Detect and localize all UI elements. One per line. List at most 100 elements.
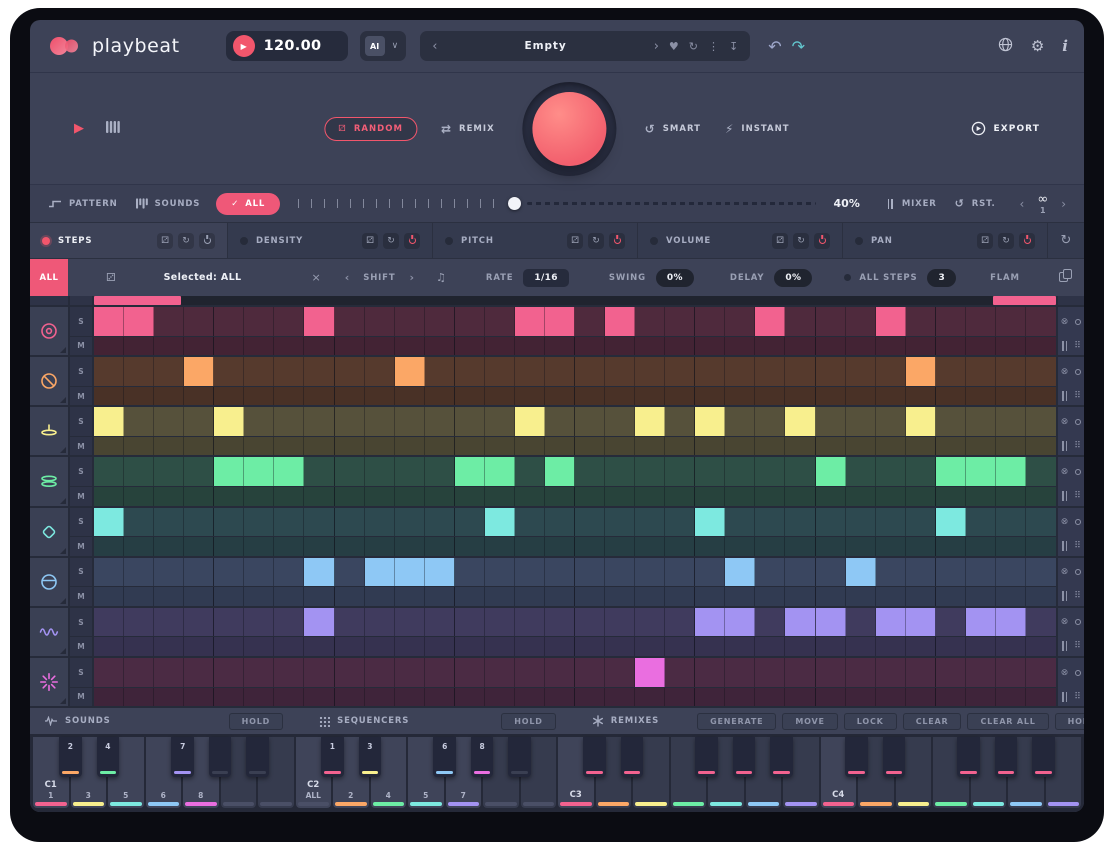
step-cell[interactable]: [966, 558, 996, 587]
step-cell[interactable]: [184, 608, 214, 637]
micro-step-cell[interactable]: [124, 688, 154, 706]
step-cell[interactable]: [545, 608, 575, 637]
micro-step-cell[interactable]: [936, 337, 966, 355]
step-cell[interactable]: [846, 608, 876, 637]
step-cell[interactable]: [335, 558, 365, 587]
micro-step-cell[interactable]: [936, 387, 966, 405]
step-cell[interactable]: [184, 357, 214, 386]
step-cell[interactable]: [515, 407, 545, 436]
dice-icon[interactable]: ⚂: [977, 233, 993, 249]
micro-step-cell[interactable]: [876, 337, 906, 355]
micro-step-cell[interactable]: [996, 537, 1026, 555]
step-cell[interactable]: [695, 407, 725, 436]
clear-row-icon[interactable]: ⊗: [1058, 608, 1071, 637]
micro-step-cell[interactable]: [816, 637, 846, 655]
micro-step-cell[interactable]: [335, 587, 365, 605]
step-cell[interactable]: [545, 658, 575, 687]
preview-play-icon[interactable]: ▶: [74, 121, 84, 136]
micro-step-cell[interactable]: [515, 537, 545, 555]
step-cell[interactable]: [214, 307, 244, 336]
step-cell[interactable]: [695, 307, 725, 336]
step-cell[interactable]: [816, 357, 846, 386]
step-cell[interactable]: [996, 658, 1026, 687]
step-cell[interactable]: [274, 558, 304, 587]
micro-step-cell[interactable]: [1026, 387, 1056, 405]
micro-step-cell[interactable]: [124, 437, 154, 455]
step-cell[interactable]: [154, 407, 184, 436]
step-cell[interactable]: [665, 457, 695, 486]
mute-button[interactable]: M: [70, 337, 92, 355]
micro-step-cell[interactable]: [906, 487, 936, 505]
step-cell[interactable]: [906, 357, 936, 386]
micro-step-cell[interactable]: [274, 387, 304, 405]
step-cell[interactable]: [365, 407, 395, 436]
step-cell[interactable]: [515, 658, 545, 687]
micro-step-cell[interactable]: [274, 587, 304, 605]
micro-step-cell[interactable]: [425, 587, 455, 605]
step-cell[interactable]: [635, 508, 665, 537]
micro-step-cell[interactable]: [154, 487, 184, 505]
step-cell[interactable]: [485, 558, 515, 587]
micro-step-cell[interactable]: [365, 537, 395, 555]
step-cell[interactable]: [455, 658, 485, 687]
step-cell[interactable]: [395, 307, 425, 336]
tab-pitch[interactable]: PITCH⚂↻: [433, 223, 638, 258]
micro-step-cell[interactable]: [365, 487, 395, 505]
step-cell[interactable]: [755, 508, 785, 537]
step-cell[interactable]: [816, 508, 846, 537]
clear-row-icon[interactable]: ⊗: [1058, 357, 1071, 386]
step-cell[interactable]: [455, 508, 485, 537]
micro-step-cell[interactable]: [996, 337, 1026, 355]
step-cell[interactable]: [635, 357, 665, 386]
micro-step-cell[interactable]: [936, 537, 966, 555]
step-cell[interactable]: [335, 508, 365, 537]
step-cell[interactable]: [785, 658, 815, 687]
clear-row-icon[interactable]: ⊗: [1058, 307, 1071, 336]
micro-step-cell[interactable]: [425, 537, 455, 555]
micro-step-cell[interactable]: [545, 487, 575, 505]
step-cell[interactable]: [695, 357, 725, 386]
step-cell[interactable]: [996, 307, 1026, 336]
micro-step-cell[interactable]: [846, 587, 876, 605]
mute-button[interactable]: M: [70, 637, 92, 655]
micro-step-cell[interactable]: [725, 437, 755, 455]
instrument-tile-row-5[interactable]: [30, 508, 68, 556]
instant-button[interactable]: ⚡ INSTANT: [725, 122, 790, 136]
step-cell[interactable]: [244, 608, 274, 637]
step-cell[interactable]: [124, 558, 154, 587]
step-cell[interactable]: [755, 357, 785, 386]
micro-step-cell[interactable]: [605, 637, 635, 655]
micro-step-cell[interactable]: [665, 337, 695, 355]
micro-step-cell[interactable]: [936, 437, 966, 455]
step-cell[interactable]: [455, 357, 485, 386]
step-cell[interactable]: [304, 508, 334, 537]
step-cell[interactable]: [575, 307, 605, 336]
micro-step-cell[interactable]: [395, 537, 425, 555]
step-cell[interactable]: [244, 407, 274, 436]
step-cell[interactable]: [665, 658, 695, 687]
micro-step-cell[interactable]: [304, 437, 334, 455]
micro-step-cell[interactable]: [214, 487, 244, 505]
micro-step-cell[interactable]: [184, 537, 214, 555]
step-cell[interactable]: [365, 658, 395, 687]
step-cell[interactable]: [966, 608, 996, 637]
humanize-icon[interactable]: [1071, 407, 1084, 436]
step-cell[interactable]: [154, 558, 184, 587]
step-cell[interactable]: [605, 608, 635, 637]
shift-left-button[interactable]: ‹: [345, 271, 350, 284]
step-cell[interactable]: [635, 457, 665, 486]
step-cell[interactable]: [966, 407, 996, 436]
step-cell[interactable]: [94, 608, 124, 637]
micro-step-cell[interactable]: [725, 387, 755, 405]
micro-step-cell[interactable]: [785, 437, 815, 455]
step-cell[interactable]: [605, 457, 635, 486]
micro-step-cell[interactable]: [575, 537, 605, 555]
step-cell[interactable]: [936, 608, 966, 637]
micro-step-cell[interactable]: [274, 337, 304, 355]
step-cell[interactable]: [665, 307, 695, 336]
step-cell[interactable]: [395, 508, 425, 537]
step-cell[interactable]: [455, 407, 485, 436]
step-cell[interactable]: [876, 508, 906, 537]
step-cell[interactable]: [605, 407, 635, 436]
micro-step-cell[interactable]: [214, 337, 244, 355]
